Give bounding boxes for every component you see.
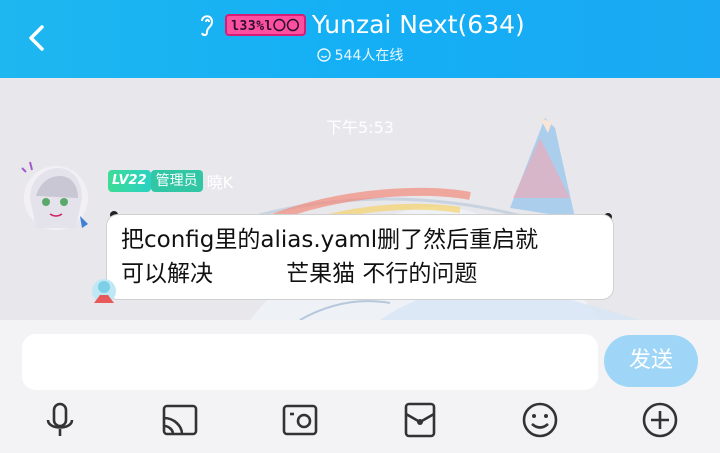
- emoji-icon[interactable]: [520, 400, 560, 440]
- sender-name[interactable]: 曉K: [207, 169, 234, 193]
- sender-info: LV22 管理员 曉K: [108, 169, 233, 193]
- group-title[interactable]: Yunzai Next(634): [312, 10, 525, 39]
- message-input[interactable]: [22, 334, 598, 390]
- microphone-icon[interactable]: [40, 400, 80, 440]
- online-smile-icon: [316, 47, 331, 62]
- hearing-ear-icon[interactable]: [195, 11, 219, 39]
- send-button[interactable]: 发送: [604, 335, 698, 387]
- chat-header: l33%l〇〇 Yunzai Next(634) 544人在线: [0, 0, 720, 78]
- red-packet-icon[interactable]: [400, 400, 440, 440]
- screen-cast-icon[interactable]: [160, 400, 200, 440]
- level-badge: LV22: [108, 170, 151, 192]
- online-count: 544人在线: [334, 47, 404, 64]
- message-line-1: 把config里的alias.yaml删了然后重启就: [121, 227, 539, 253]
- online-status: 544人在线: [0, 45, 720, 65]
- message-line-2: 可以解决 芒果猫 不行的问题: [121, 261, 478, 287]
- message-bubble[interactable]: 把config里的alias.yaml删了然后重启就 可以解决 芒果猫 不行的问…: [106, 214, 614, 300]
- photo-icon[interactable]: [280, 400, 320, 440]
- group-logo-badge: l33%l〇〇: [225, 13, 306, 36]
- bubble-sticker-decoration: [92, 279, 116, 303]
- plus-icon[interactable]: [640, 400, 680, 440]
- input-bar: 发送: [0, 320, 720, 453]
- admin-role-badge: 管理员: [150, 170, 203, 192]
- chat-area[interactable]: 下午5:53 LV22 管理员 曉K 把config里的alias.yaml删了…: [0, 78, 720, 320]
- sender-avatar[interactable]: [16, 158, 96, 238]
- timestamp: 下午5:53: [326, 118, 394, 137]
